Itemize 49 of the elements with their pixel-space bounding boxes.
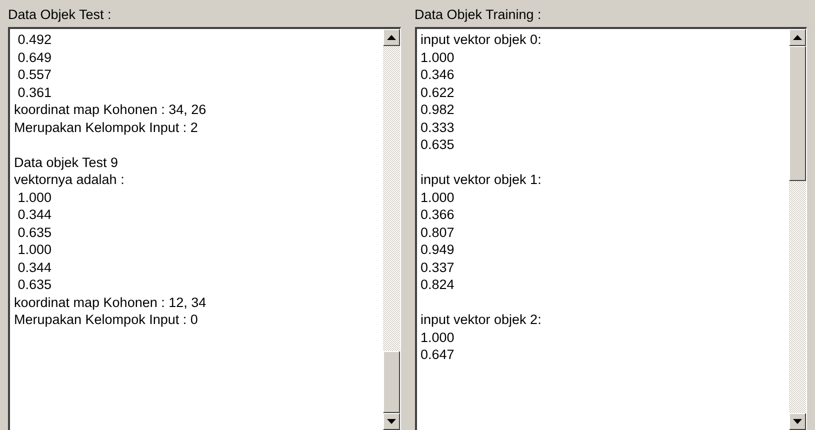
scroll-thumb[interactable] (789, 46, 806, 181)
panel-label: Data Objek Training : (414, 7, 542, 23)
text-line: vektornya adalah : (14, 171, 124, 188)
text-line: 0.557 (16, 66, 52, 84)
text-line: 1.000 (420, 48, 454, 66)
text-line: 0.824 (420, 276, 454, 294)
scrollbar[interactable] (789, 29, 806, 430)
text-line: 0.647 (420, 346, 454, 364)
text-line: 1.000 (16, 241, 52, 258)
text-line: 1.000 (420, 328, 454, 346)
down-arrow-icon (386, 419, 396, 424)
text-line: Merupakan Kelompok Input : 2 (14, 118, 198, 136)
text-line: 0.492 (16, 31, 52, 48)
panel-label: Data Objek Test : (8, 7, 112, 23)
text-line: 0.635 (16, 224, 52, 241)
text-line: koordinat map Kohonen : 12, 34 (14, 294, 206, 311)
text-line: 0.333 (420, 118, 454, 136)
text-line: 0.635 (16, 276, 52, 294)
scrollbar[interactable] (382, 29, 400, 430)
text-line: 0.361 (16, 84, 52, 101)
text-line: 0.344 (16, 206, 52, 224)
scroll-up-button[interactable] (382, 29, 400, 46)
text-line: 1.000 (420, 188, 454, 206)
text-line: 0.807 (420, 224, 454, 241)
scroll-down-button[interactable] (789, 413, 806, 430)
text-line: 0.649 (16, 48, 52, 66)
text-area[interactable] (8, 27, 400, 430)
text-line: 0.337 (420, 258, 454, 276)
text-line: Data objek Test 9 (14, 154, 118, 171)
scroll-up-button[interactable] (789, 29, 806, 46)
up-arrow-icon (386, 35, 396, 40)
text-line: Merupakan Kelompok Input : 0 (14, 311, 198, 328)
scroll-thumb[interactable] (382, 351, 400, 413)
scroll-down-button[interactable] (382, 413, 400, 430)
text-line: 0.366 (420, 206, 454, 224)
down-arrow-icon (793, 419, 802, 424)
up-arrow-icon (793, 35, 802, 40)
text-line: input vektor objek 0: (420, 31, 542, 48)
text-line: 0.635 (420, 136, 454, 154)
text-line: 0.982 (420, 101, 454, 118)
text-line: input vektor objek 1: (420, 171, 542, 188)
text-line: 0.949 (420, 241, 454, 258)
text-line: koordinat map Kohonen : 34, 26 (14, 101, 206, 118)
text-line: 0.622 (420, 84, 454, 101)
text-line: input vektor objek 2: (420, 311, 542, 328)
text-line: 1.000 (16, 188, 52, 206)
text-line: 0.344 (16, 258, 52, 276)
text-line: 0.346 (420, 66, 454, 84)
text-area[interactable]: input vektor objek 0: 1.000 0.346 0.622 0.982 0.333 0.635 input vektor objek 1: 1.000 0.366 0.807 0.949 0.337 0.824 input vektor objek 2: 1.000 0.647 (414, 27, 807, 430)
